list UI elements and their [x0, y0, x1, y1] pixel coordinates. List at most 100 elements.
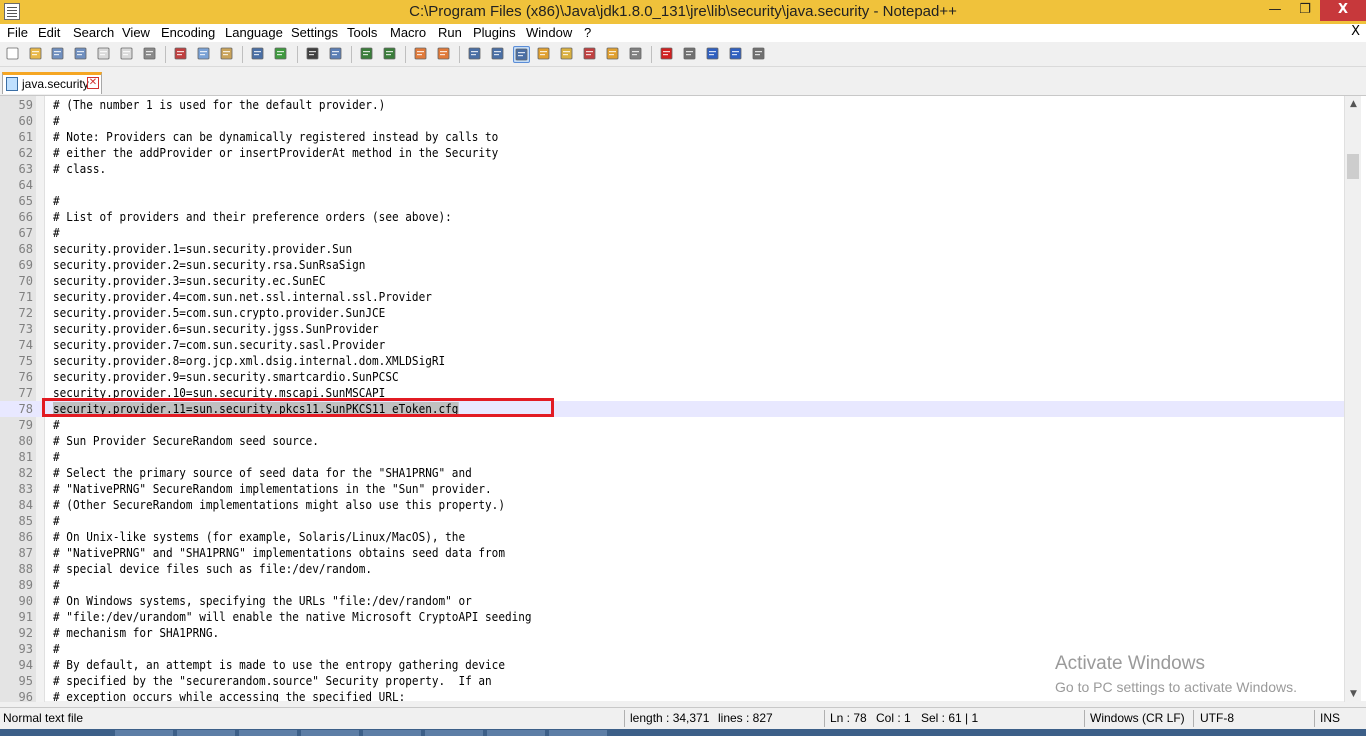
- code-line[interactable]: 90 # On Windows systems, specifying the U…: [0, 593, 1344, 609]
- menu-item[interactable]: Encoding: [161, 25, 215, 40]
- taskbar-app-button[interactable]: [549, 730, 607, 736]
- close-document-menu-button[interactable]: X: [1351, 24, 1360, 39]
- function-list-icon[interactable]: [582, 46, 599, 63]
- code-line[interactable]: 88 # special device files such as file:/d…: [0, 561, 1344, 577]
- line-text[interactable]: security.provider.10=sun.security.mscapi…: [53, 386, 385, 400]
- code-line[interactable]: 87 # "NativePRNG" and "SHA1PRNG" implemen…: [0, 545, 1344, 561]
- code-line[interactable]: 80 # Sun Provider SecureRandom seed sourc…: [0, 433, 1344, 449]
- code-line[interactable]: 82 # Select the primary source of seed da…: [0, 465, 1344, 481]
- line-text[interactable]: #: [53, 514, 60, 528]
- taskbar-app-button[interactable]: [425, 730, 483, 736]
- line-text[interactable]: #: [53, 450, 60, 464]
- line-text[interactable]: # special device files such as file:/dev…: [53, 562, 372, 576]
- menu-item[interactable]: Search: [73, 25, 114, 40]
- find-icon[interactable]: [305, 46, 322, 63]
- menu-item[interactable]: Language: [225, 25, 283, 40]
- line-text[interactable]: # exception occurs while accessing the s…: [53, 690, 405, 702]
- code-line[interactable]: 79 #: [0, 417, 1344, 433]
- save-all-icon[interactable]: [73, 46, 90, 63]
- code-line[interactable]: 64: [0, 177, 1344, 193]
- sync-vertical-icon[interactable]: [413, 46, 430, 63]
- code-line[interactable]: 66 # List of providers and their preferen…: [0, 209, 1344, 225]
- scroll-down-icon[interactable]: ▼: [1345, 686, 1362, 702]
- taskbar-app-button[interactable]: [487, 730, 545, 736]
- scroll-up-icon[interactable]: ▲: [1345, 96, 1362, 112]
- code-line[interactable]: 67 #: [0, 225, 1344, 241]
- code-line[interactable]: 92 # mechanism for SHA1PRNG.: [0, 625, 1344, 641]
- menu-item[interactable]: Window: [526, 25, 572, 40]
- code-line[interactable]: 62 # either the addProvider or insertProv…: [0, 145, 1344, 161]
- line-text[interactable]: security.provider.9=sun.security.smartca…: [53, 370, 399, 384]
- line-text[interactable]: # Sun Provider SecureRandom seed source.: [53, 434, 319, 448]
- line-text[interactable]: security.provider.3=sun.security.ec.SunE…: [53, 274, 326, 288]
- folder-as-workspace-icon[interactable]: [605, 46, 622, 63]
- current-line[interactable]: 78 security.provider.11=sun.security.pkcs…: [0, 401, 1344, 417]
- line-text[interactable]: #: [53, 226, 60, 240]
- code-line[interactable]: 61 # Note: Providers can be dynamically r…: [0, 129, 1344, 145]
- menu-item[interactable]: Tools: [347, 25, 377, 40]
- document-map-icon[interactable]: [559, 46, 576, 63]
- line-text[interactable]: security.provider.2=sun.security.rsa.Sun…: [53, 258, 365, 272]
- code-line[interactable]: 70 security.provider.3=sun.security.ec.Su…: [0, 273, 1344, 289]
- paste-icon[interactable]: [219, 46, 236, 63]
- code-line[interactable]: 75 security.provider.8=org.jcp.xml.dsig.i…: [0, 353, 1344, 369]
- code-line[interactable]: 77 security.provider.10=sun.security.msca…: [0, 385, 1344, 401]
- code-line[interactable]: 71 security.provider.4=com.sun.net.ssl.in…: [0, 289, 1344, 305]
- taskbar-app-button[interactable]: [363, 730, 421, 736]
- line-text[interactable]: #: [53, 642, 60, 656]
- line-text[interactable]: # mechanism for SHA1PRNG.: [53, 626, 219, 640]
- menu-item[interactable]: Plugins: [473, 25, 516, 40]
- menu-item[interactable]: Macro: [390, 25, 426, 40]
- tab-close-icon[interactable]: ✕: [87, 77, 99, 89]
- replace-icon[interactable]: [328, 46, 345, 63]
- code-line[interactable]: 68 security.provider.1=sun.security.provi…: [0, 241, 1344, 257]
- line-text[interactable]: # On Windows systems, specifying the URL…: [53, 594, 472, 608]
- line-text[interactable]: # either the addProvider or insertProvid…: [53, 146, 498, 160]
- status-encoding[interactable]: UTF-8: [1200, 711, 1234, 725]
- line-text[interactable]: #: [53, 114, 60, 128]
- line-text[interactable]: security.provider.8=org.jcp.xml.dsig.int…: [53, 354, 445, 368]
- editor[interactable]: 59 # (The number 1 is used for the defaul…: [0, 95, 1366, 702]
- run-macro-multiple-icon[interactable]: [728, 46, 745, 63]
- maximize-button[interactable]: ❐: [1290, 0, 1320, 21]
- code-line[interactable]: 91 # "file:/dev/urandom" will enable the …: [0, 609, 1344, 625]
- code-line[interactable]: 73 security.provider.6=sun.security.jgss.…: [0, 321, 1344, 337]
- code-line[interactable]: 81 #: [0, 449, 1344, 465]
- close-window-button[interactable]: X: [1320, 0, 1366, 21]
- code-line[interactable]: 86 # On Unix-like systems (for example, S…: [0, 529, 1344, 545]
- menu-item[interactable]: View: [122, 25, 150, 40]
- play-macro-icon[interactable]: [705, 46, 722, 63]
- save-icon[interactable]: [50, 46, 67, 63]
- close-all-icon[interactable]: [119, 46, 136, 63]
- redo-icon[interactable]: [273, 46, 290, 63]
- line-text[interactable]: # "NativePRNG" and "SHA1PRNG" implementa…: [53, 546, 505, 560]
- line-text[interactable]: security.provider.7=com.sun.security.sas…: [53, 338, 385, 352]
- selected-line-text[interactable]: security.provider.11=sun.security.pkcs11…: [53, 402, 459, 416]
- taskbar-app-button[interactable]: [301, 730, 359, 736]
- code-line[interactable]: 65 #: [0, 193, 1344, 209]
- taskbar-app-button[interactable]: [239, 730, 297, 736]
- text-area[interactable]: 59 # (The number 1 is used for the defaul…: [0, 96, 1344, 702]
- menu-item[interactable]: Settings: [291, 25, 338, 40]
- vertical-scrollbar[interactable]: ▲ ▼: [1344, 96, 1361, 702]
- monitoring-icon[interactable]: [628, 46, 645, 63]
- scroll-thumb[interactable]: [1347, 154, 1359, 179]
- new-file-icon[interactable]: [5, 46, 22, 63]
- menu-item[interactable]: Edit: [38, 25, 60, 40]
- save-macro-icon[interactable]: [751, 46, 768, 63]
- line-text[interactable]: # List of providers and their preference…: [53, 210, 452, 224]
- copy-icon[interactable]: [196, 46, 213, 63]
- word-wrap-icon[interactable]: [467, 46, 484, 63]
- code-line[interactable]: 63 # class.: [0, 161, 1344, 177]
- open-file-icon[interactable]: [28, 46, 45, 63]
- close-file-icon[interactable]: [96, 46, 113, 63]
- tab-java-security[interactable]: java.security ✕: [2, 72, 102, 94]
- line-text[interactable]: # Select the primary source of seed data…: [53, 466, 472, 480]
- code-line[interactable]: 84 # (Other SecureRandom implementations …: [0, 497, 1344, 513]
- code-line[interactable]: 74 security.provider.7=com.sun.security.s…: [0, 337, 1344, 353]
- line-text[interactable]: # "file:/dev/urandom" will enable the na…: [53, 610, 532, 624]
- line-text[interactable]: # On Unix-like systems (for example, Sol…: [53, 530, 465, 544]
- menu-item[interactable]: File: [7, 25, 28, 40]
- line-text[interactable]: security.provider.5=com.sun.crypto.provi…: [53, 306, 385, 320]
- minimize-button[interactable]: —: [1260, 0, 1290, 21]
